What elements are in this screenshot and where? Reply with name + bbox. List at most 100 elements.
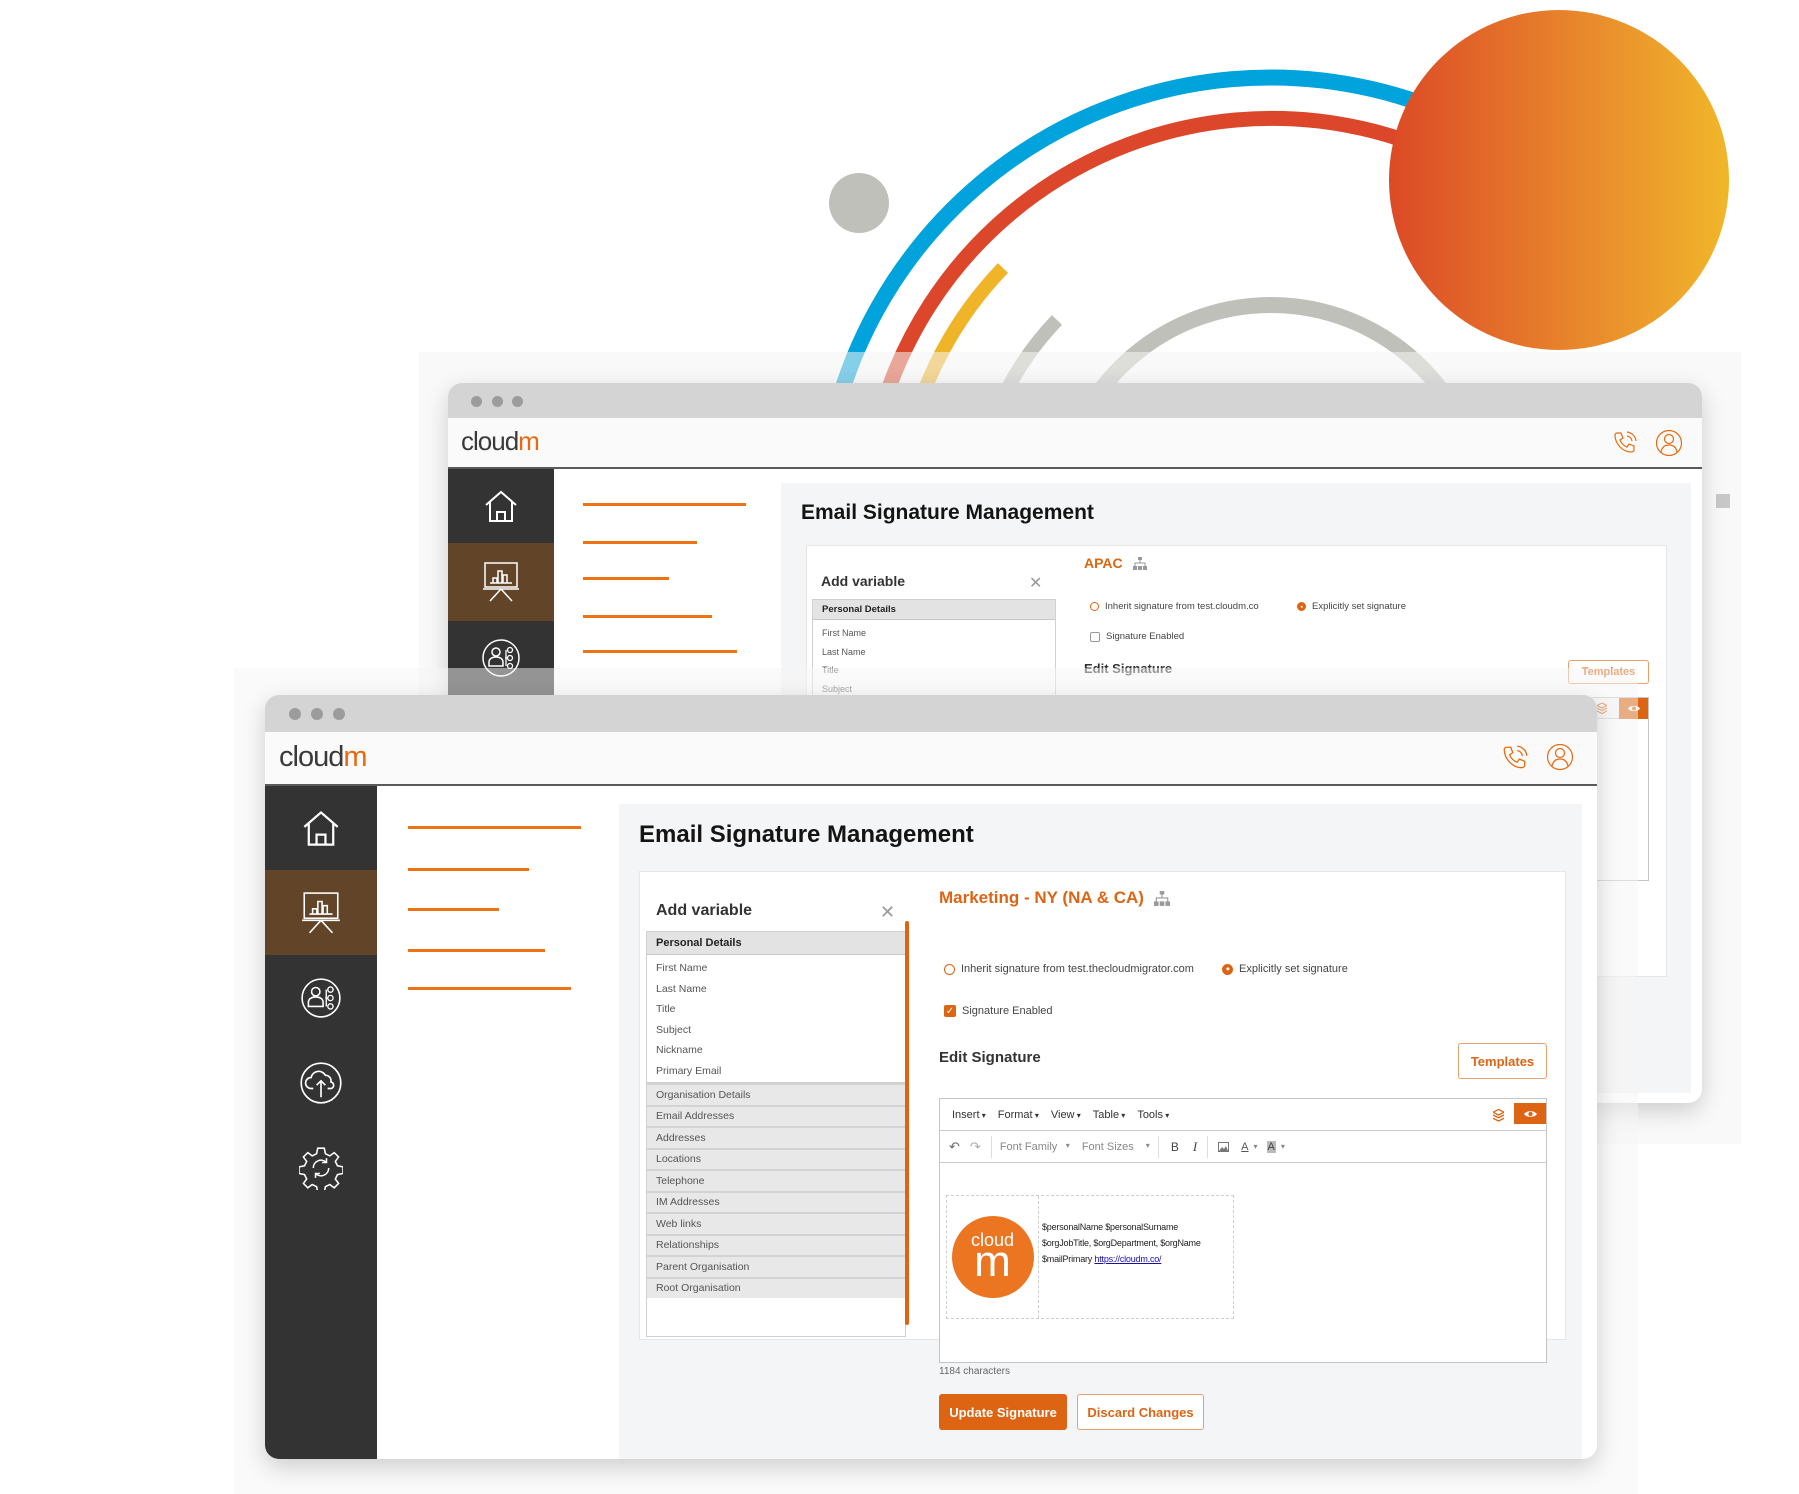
radio-inherit[interactable]: Inherit signature from test.thecloudmigr… bbox=[944, 963, 1194, 975]
signature-text-cell: $personalName $personalSurname $orgJobTi… bbox=[1039, 1196, 1201, 1318]
variable-item[interactable]: Subject bbox=[647, 1020, 905, 1041]
window-dot[interactable] bbox=[289, 708, 301, 720]
user-hierarchy-icon bbox=[301, 977, 341, 1018]
cloudm-logo[interactable]: cloudm bbox=[461, 426, 540, 457]
window-dot[interactable] bbox=[333, 708, 345, 720]
sidebar-item-users[interactable] bbox=[265, 955, 377, 1040]
update-signature-button[interactable]: Update Signature bbox=[939, 1394, 1067, 1430]
signature-line-job: $orgJobTitle, $orgDepartment, $orgName bbox=[1042, 1238, 1201, 1248]
radio-inherit[interactable]: Inherit signature from test.cloudm.co bbox=[1090, 601, 1259, 612]
radio-circle-selected[interactable] bbox=[1222, 963, 1233, 975]
radio-circle-selected[interactable] bbox=[1297, 602, 1306, 611]
variable-section[interactable]: Parent Organisation bbox=[647, 1255, 905, 1277]
templates-button[interactable]: Templates bbox=[1458, 1043, 1547, 1079]
radio-circle[interactable] bbox=[944, 963, 955, 975]
signature-link[interactable]: https://cloudm.co/ bbox=[1094, 1254, 1161, 1264]
chevron-down-icon[interactable]: ▾ bbox=[1281, 1142, 1285, 1151]
variable-item[interactable]: Primary Email bbox=[647, 1061, 905, 1082]
variable-list: Personal Details First NameLast NameTitl… bbox=[646, 931, 906, 1337]
phone-icon[interactable] bbox=[1612, 430, 1638, 456]
chevron-down-icon[interactable]: ▾ bbox=[1254, 1142, 1258, 1151]
sidebar-item-home[interactable] bbox=[448, 469, 554, 543]
radio-explicit[interactable]: Explicitly set signature bbox=[1297, 601, 1406, 612]
variable-section[interactable]: Email Addresses bbox=[647, 1104, 905, 1126]
nav-placeholder-line[interactable] bbox=[408, 826, 581, 829]
scroll-handle[interactable] bbox=[1716, 494, 1730, 508]
checkbox[interactable] bbox=[1090, 631, 1100, 642]
variable-section[interactable]: Web links bbox=[647, 1212, 905, 1234]
variable-section[interactable]: Relationships bbox=[647, 1233, 905, 1255]
close-icon[interactable]: ✕ bbox=[1029, 573, 1042, 593]
nav-placeholder-line[interactable] bbox=[583, 503, 746, 506]
user-icon[interactable] bbox=[1655, 429, 1683, 457]
redo-icon[interactable]: ↷ bbox=[970, 1139, 981, 1155]
org-name-text: Marketing - NY (NA & CA) bbox=[939, 888, 1144, 907]
list-section-header[interactable]: Personal Details bbox=[647, 932, 905, 955]
discard-changes-button[interactable]: Discard Changes bbox=[1077, 1394, 1204, 1430]
variable-item[interactable]: Title bbox=[647, 999, 905, 1020]
menu-format[interactable]: Format bbox=[998, 1109, 1039, 1121]
variable-section[interactable]: IM Addresses bbox=[647, 1190, 905, 1212]
menu-insert[interactable]: Insert bbox=[952, 1109, 986, 1121]
layers-icon[interactable] bbox=[1493, 1109, 1504, 1122]
sidebar-item-migration[interactable] bbox=[265, 1040, 377, 1125]
cloudm-logo[interactable]: cloudm bbox=[279, 741, 368, 774]
window-dot[interactable] bbox=[471, 396, 482, 407]
checkbox-checked[interactable]: ✓ bbox=[944, 1005, 956, 1017]
cloud-upload-icon bbox=[300, 1061, 342, 1104]
variable-section[interactable]: Locations bbox=[647, 1147, 905, 1169]
preview-button[interactable] bbox=[1514, 1103, 1546, 1124]
variable-item[interactable]: Nickname bbox=[647, 1040, 905, 1061]
logo-text-m: m bbox=[343, 741, 367, 773]
variable-item[interactable]: First Name bbox=[647, 958, 905, 979]
radio-explicit[interactable]: Explicitly set signature bbox=[1222, 963, 1348, 975]
list-section-header[interactable]: Personal Details bbox=[813, 600, 1055, 620]
signature-enabled-checkbox[interactable]: Signature Enabled bbox=[1090, 631, 1184, 642]
variable-item[interactable]: Last Name bbox=[813, 643, 1055, 662]
org-name-text: APAC bbox=[1084, 555, 1123, 571]
font-family-select[interactable]: Font Family ▾ bbox=[1000, 1141, 1070, 1153]
sidebar-item-reports[interactable] bbox=[265, 870, 377, 955]
variable-section[interactable]: Addresses bbox=[647, 1126, 905, 1148]
phone-icon[interactable] bbox=[1501, 744, 1529, 772]
list-scrollbar[interactable] bbox=[905, 921, 909, 1325]
window-dot[interactable] bbox=[492, 396, 503, 407]
close-icon[interactable]: ✕ bbox=[880, 902, 895, 923]
variable-section[interactable]: Telephone bbox=[647, 1169, 905, 1191]
nav-placeholder-line[interactable] bbox=[408, 868, 529, 871]
org-tree-icon[interactable] bbox=[1153, 890, 1170, 906]
menu-tools[interactable]: Tools bbox=[1137, 1109, 1169, 1121]
sidebar-item-reports[interactable] bbox=[448, 543, 554, 621]
checkbox-label: Signature Enabled bbox=[1106, 631, 1185, 642]
menu-table[interactable]: Table bbox=[1093, 1109, 1126, 1121]
nav-placeholder-line[interactable] bbox=[583, 541, 697, 544]
menu-view[interactable]: View bbox=[1051, 1109, 1081, 1121]
nav-placeholder-line[interactable] bbox=[583, 577, 669, 580]
nav-placeholder-line[interactable] bbox=[408, 908, 499, 911]
signature-enabled-checkbox[interactable]: ✓ Signature Enabled bbox=[944, 1005, 1053, 1017]
user-icon[interactable] bbox=[1546, 743, 1574, 771]
text-color-button[interactable]: A bbox=[1241, 1141, 1248, 1153]
nav-placeholder-line[interactable] bbox=[408, 987, 571, 990]
front-window: cloudm Email Signature Management Add va… bbox=[265, 695, 1597, 1459]
image-icon[interactable] bbox=[1218, 1141, 1230, 1152]
bold-button[interactable]: B bbox=[1171, 1140, 1179, 1154]
nav-placeholder-line[interactable] bbox=[583, 615, 712, 618]
font-sizes-select[interactable]: Font Sizes ▾ bbox=[1082, 1141, 1150, 1153]
sidebar-item-home[interactable] bbox=[265, 786, 377, 870]
variable-section[interactable]: Root Organisation bbox=[647, 1276, 905, 1298]
nav-placeholder-line[interactable] bbox=[583, 650, 737, 653]
window-dot[interactable] bbox=[512, 396, 523, 407]
highlight-button[interactable]: A bbox=[1266, 1140, 1276, 1153]
signature-editor[interactable]: Insert Format View Table Tools ↶ ↷ Font Fami… bbox=[939, 1098, 1547, 1363]
italic-button[interactable]: I bbox=[1193, 1139, 1197, 1155]
variable-item[interactable]: Last Name bbox=[647, 979, 905, 1000]
org-tree-icon[interactable] bbox=[1132, 556, 1147, 570]
radio-circle[interactable] bbox=[1090, 602, 1099, 611]
sidebar-item-settings[interactable] bbox=[265, 1125, 377, 1210]
variable-section[interactable]: Organisation Details bbox=[647, 1083, 905, 1105]
variable-item[interactable]: First Name bbox=[813, 624, 1055, 643]
undo-icon[interactable]: ↶ bbox=[949, 1139, 960, 1155]
window-dot[interactable] bbox=[311, 708, 323, 720]
nav-placeholder-line[interactable] bbox=[408, 949, 545, 952]
